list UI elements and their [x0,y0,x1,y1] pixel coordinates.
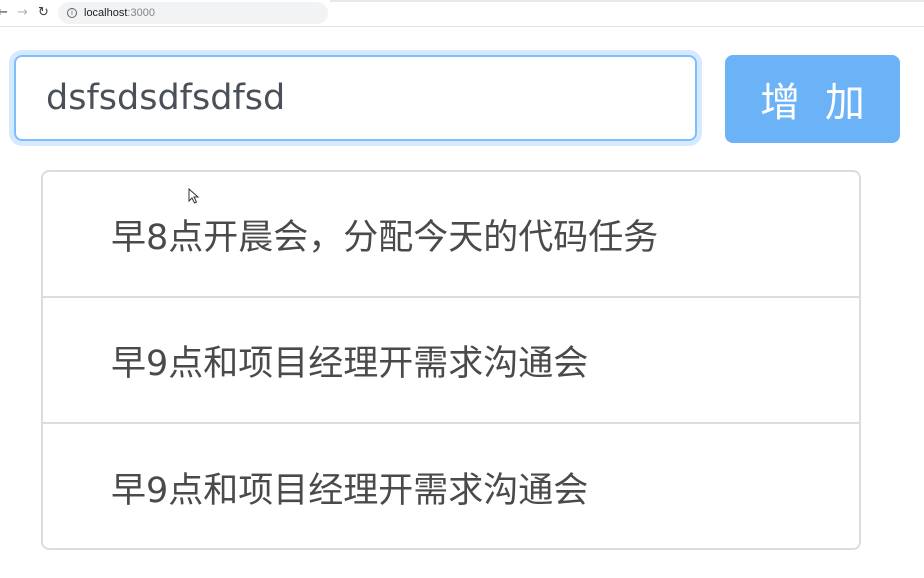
tab-strip-edge [330,0,924,2]
list-item[interactable]: 早9点和项目经理开需求沟通会 [43,298,859,424]
browser-toolbar: ← → ↻ i localhost:3000 [0,0,924,27]
task-input[interactable] [14,55,697,141]
address-bar[interactable]: i localhost:3000 [58,2,328,24]
url-port: :3000 [127,7,155,19]
arrow-left-icon[interactable]: ← [0,4,8,22]
url-host: localhost [84,7,128,19]
url-text: localhost:3000 [84,6,155,20]
list-item[interactable]: 早9点和项目经理开需求沟通会 [43,424,859,548]
mouse-cursor-icon [188,188,200,204]
list-item[interactable]: 早8点开晨会，分配今天的代码任务 [43,172,859,298]
info-icon[interactable]: i [67,8,77,18]
task-list: 早8点开晨会，分配今天的代码任务 早9点和项目经理开需求沟通会 早9点和项目经理… [41,170,861,550]
arrow-right-icon[interactable]: → [17,4,28,22]
add-task-button[interactable]: 增 加 [725,55,900,143]
reload-icon[interactable]: ↻ [38,4,49,22]
